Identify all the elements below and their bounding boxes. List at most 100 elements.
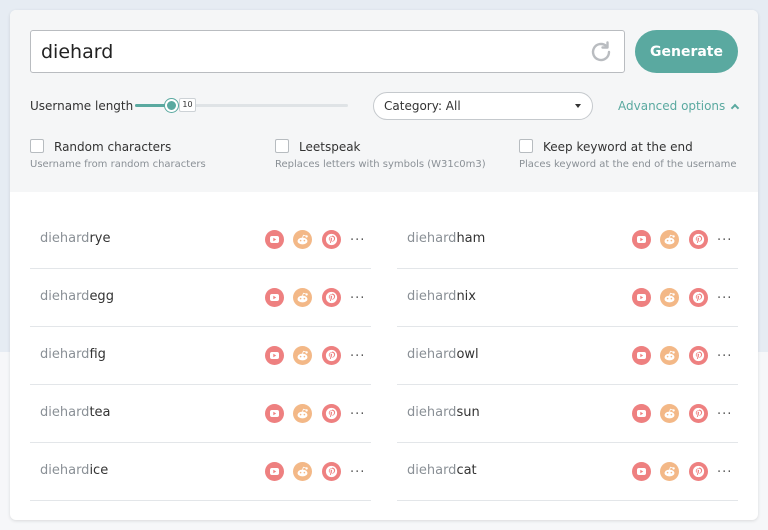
username-suffix: owl <box>456 347 479 362</box>
username-length-value: 10 <box>179 98 196 112</box>
option-description: Places keyword at the end of the usernam… <box>519 159 737 170</box>
advanced-options-toggle[interactable]: Advanced options <box>618 99 740 113</box>
result-item[interactable]: diehardrye... <box>30 211 371 269</box>
youtube-icon[interactable] <box>265 288 284 307</box>
pinterest-icon[interactable] <box>689 230 708 249</box>
reddit-icon[interactable] <box>660 288 679 307</box>
pinterest-icon[interactable] <box>689 462 708 481</box>
more-options-button[interactable]: ... <box>717 403 732 418</box>
pinterest-icon[interactable] <box>322 462 341 481</box>
more-options-button[interactable]: ... <box>350 229 365 244</box>
username-text[interactable]: diehardice <box>40 463 108 478</box>
youtube-icon[interactable] <box>632 230 651 249</box>
result-item[interactable]: diehardfig... <box>30 327 371 385</box>
username-text[interactable]: diehardsun <box>407 405 480 420</box>
reddit-icon[interactable] <box>660 346 679 365</box>
username-keyword: diehard <box>407 463 457 478</box>
generate-button[interactable]: Generate <box>635 30 738 73</box>
username-suffix: egg <box>89 289 114 304</box>
username-keyword: diehard <box>407 289 457 304</box>
username-length-label: Username length <box>30 99 134 113</box>
option-title: Keep keyword at the end <box>543 140 693 154</box>
leetspeak-checkbox[interactable] <box>275 139 289 153</box>
generator-card: Generate Username length 10 Category: Al… <box>10 10 758 520</box>
result-item[interactable]: diehardowl... <box>397 327 738 385</box>
username-length-slider[interactable] <box>135 99 348 112</box>
username-keyword: diehard <box>40 347 90 362</box>
result-item[interactable]: diehardegg... <box>30 269 371 327</box>
reddit-icon[interactable] <box>293 346 312 365</box>
pinterest-icon[interactable] <box>689 404 708 423</box>
search-box <box>30 30 625 73</box>
username-text[interactable]: diehardfig <box>40 347 106 362</box>
reddit-icon[interactable] <box>660 230 679 249</box>
advanced-options-label: Advanced options <box>618 99 726 113</box>
username-suffix: ice <box>89 463 109 478</box>
keep-keyword-end-checkbox[interactable] <box>519 139 533 153</box>
more-options-button[interactable]: ... <box>717 229 732 244</box>
username-text[interactable]: diehardnix <box>407 289 476 304</box>
random-characters-checkbox[interactable] <box>30 139 44 153</box>
username-text[interactable]: diehardham <box>407 231 485 246</box>
result-item[interactable]: diehardice... <box>30 443 371 501</box>
username-suffix: cat <box>456 463 477 478</box>
keyword-input[interactable] <box>41 31 581 72</box>
youtube-icon[interactable] <box>632 462 651 481</box>
caret-down-icon <box>575 104 581 108</box>
youtube-icon[interactable] <box>632 288 651 307</box>
more-options-button[interactable]: ... <box>350 287 365 302</box>
username-keyword: diehard <box>40 463 90 478</box>
chevron-up-icon <box>731 103 740 113</box>
username-suffix: rye <box>89 231 111 246</box>
result-item[interactable]: diehardham... <box>397 211 738 269</box>
username-keyword: diehard <box>40 231 90 246</box>
username-suffix: sun <box>456 405 480 420</box>
more-options-button[interactable]: ... <box>717 345 732 360</box>
more-options-button[interactable]: ... <box>717 287 732 302</box>
youtube-icon[interactable] <box>265 346 284 365</box>
result-item[interactable]: diehardsun... <box>397 385 738 443</box>
username-keyword: diehard <box>407 231 457 246</box>
option-description: Username from random characters <box>30 159 206 170</box>
username-text[interactable]: diehardcat <box>407 463 477 478</box>
pinterest-icon[interactable] <box>689 288 708 307</box>
username-text[interactable]: diehardowl <box>407 347 479 362</box>
more-options-button[interactable]: ... <box>717 461 732 476</box>
result-item[interactable]: diehardnix... <box>397 269 738 327</box>
username-keyword: diehard <box>40 405 90 420</box>
youtube-icon[interactable] <box>265 230 284 249</box>
youtube-icon[interactable] <box>632 346 651 365</box>
username-suffix: nix <box>456 289 476 304</box>
username-text[interactable]: diehardrye <box>40 231 110 246</box>
category-dropdown[interactable]: Category: All <box>373 92 593 120</box>
result-item[interactable]: diehardtea... <box>30 385 371 443</box>
option-title: Random characters <box>54 140 172 154</box>
result-item[interactable]: diehardcat... <box>397 443 738 501</box>
username-text[interactable]: diehardegg <box>40 289 114 304</box>
youtube-icon[interactable] <box>632 404 651 423</box>
username-suffix: ham <box>456 231 486 246</box>
reddit-icon[interactable] <box>293 462 312 481</box>
pinterest-icon[interactable] <box>322 404 341 423</box>
more-options-button[interactable]: ... <box>350 345 365 360</box>
refresh-icon[interactable] <box>588 39 614 65</box>
youtube-icon[interactable] <box>265 462 284 481</box>
more-options-button[interactable]: ... <box>350 403 365 418</box>
username-keyword: diehard <box>407 405 457 420</box>
pinterest-icon[interactable] <box>322 346 341 365</box>
pinterest-icon[interactable] <box>322 288 341 307</box>
reddit-icon[interactable] <box>660 404 679 423</box>
pinterest-icon[interactable] <box>322 230 341 249</box>
username-text[interactable]: diehardtea <box>40 405 111 420</box>
more-options-button[interactable]: ... <box>350 461 365 476</box>
option-description: Replaces letters with symbols (W31c0m3) <box>275 159 486 170</box>
option-title: Leetspeak <box>299 140 361 154</box>
reddit-icon[interactable] <box>293 288 312 307</box>
youtube-icon[interactable] <box>265 404 284 423</box>
pinterest-icon[interactable] <box>689 346 708 365</box>
slider-handle[interactable] <box>165 99 178 112</box>
username-keyword: diehard <box>407 347 457 362</box>
reddit-icon[interactable] <box>293 404 312 423</box>
reddit-icon[interactable] <box>293 230 312 249</box>
reddit-icon[interactable] <box>660 462 679 481</box>
